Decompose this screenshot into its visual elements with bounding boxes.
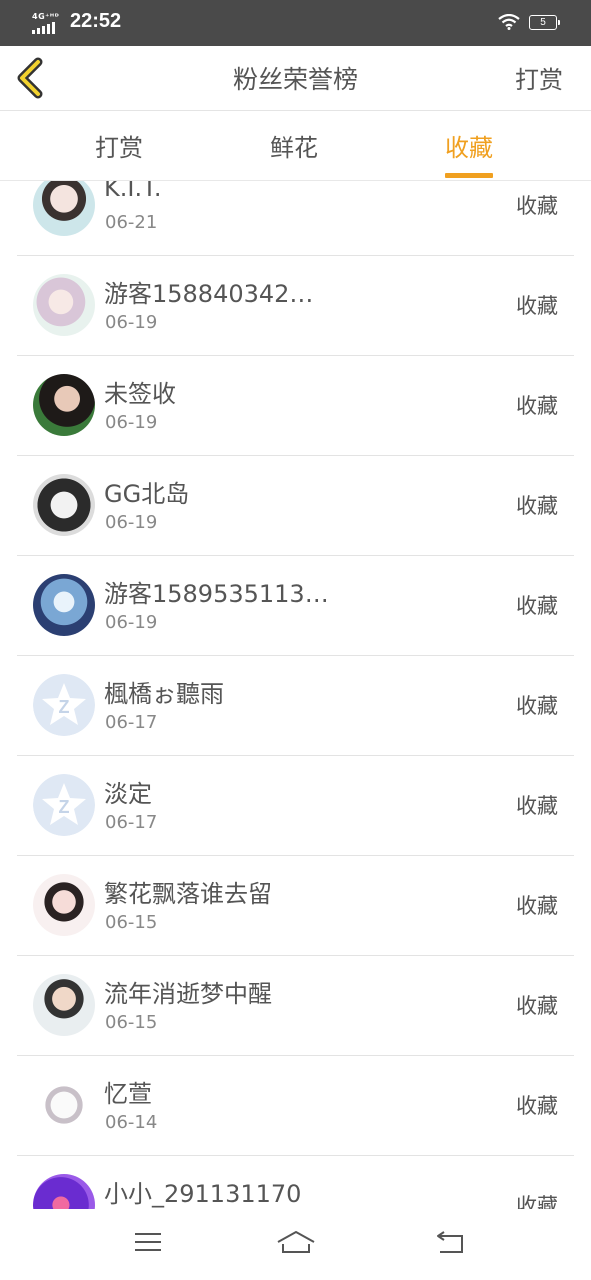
- wifi-icon: [498, 14, 520, 30]
- clock: 22:52: [70, 10, 122, 32]
- user-name: GG北岛: [104, 480, 190, 508]
- avatar[interactable]: Z: [33, 674, 95, 736]
- list-item[interactable]: 繁花飘落谁去留 06-15 收藏: [17, 856, 574, 956]
- user-name: 繁花飘落谁去留: [104, 880, 272, 908]
- user-name: 楓橋ぉ聽雨: [104, 680, 224, 708]
- avatar[interactable]: [33, 874, 95, 936]
- list-item[interactable]: Z 楓橋ぉ聽雨 06-17 收藏: [17, 656, 574, 756]
- action-label: 收藏: [516, 294, 558, 318]
- action-label: 收藏: [516, 394, 558, 418]
- date: 06-17: [105, 812, 158, 833]
- default-avatar-star-icon: Z: [33, 774, 95, 836]
- date: 06-19: [105, 612, 158, 633]
- avatar[interactable]: [33, 474, 95, 536]
- status-bar: 4G⁺ᴴᴰ 22:52 5: [0, 0, 591, 46]
- avatar[interactable]: Z: [33, 774, 95, 836]
- action-label: 收藏: [516, 794, 558, 818]
- tab-label: 收藏: [445, 134, 493, 162]
- battery-indicator: 5: [529, 15, 560, 30]
- date: 06-17: [105, 712, 158, 733]
- list-item[interactable]: 流年消逝梦中醒 06-15 收藏: [17, 956, 574, 1056]
- list-item[interactable]: K.I.T. 06-21 收藏: [17, 181, 574, 256]
- action-label: 收藏: [516, 194, 558, 218]
- signal-icon: [32, 22, 55, 34]
- network-indicator: 4G⁺ᴴᴰ: [32, 12, 60, 21]
- action-label: 收藏: [516, 1094, 558, 1118]
- date: 06-19: [105, 312, 158, 333]
- user-name: 游客158840342…: [104, 280, 314, 308]
- user-name: K.I.T.: [104, 181, 162, 202]
- date: 06-19: [105, 412, 158, 433]
- list-item[interactable]: GG北岛 06-19 收藏: [17, 456, 574, 556]
- back-icon[interactable]: [434, 1230, 466, 1256]
- list-item[interactable]: 忆萱 06-14 收藏: [17, 1056, 574, 1156]
- avatar[interactable]: [33, 1174, 95, 1209]
- avatar[interactable]: [33, 374, 95, 436]
- date: 06-14: [105, 1112, 158, 1133]
- system-nav-bar: [0, 1210, 591, 1280]
- user-name: 游客1589535113…: [104, 580, 329, 608]
- list-item[interactable]: 小小_291131170 收藏: [17, 1156, 574, 1209]
- active-tab-indicator: [445, 173, 493, 178]
- avatar[interactable]: [33, 1074, 95, 1136]
- svg-text:Z: Z: [59, 697, 70, 717]
- action-label: 收藏: [516, 594, 558, 618]
- tab-favorites[interactable]: 收藏: [445, 128, 493, 180]
- user-name: 流年消逝梦中醒: [104, 980, 272, 1008]
- fan-list[interactable]: K.I.T. 06-21 收藏 游客158840342… 06-19 收藏 未签收 06-19…: [0, 181, 591, 1209]
- svg-text:Z: Z: [59, 797, 70, 817]
- tab-flowers[interactable]: 鲜花: [270, 128, 318, 180]
- date: 06-15: [105, 1012, 158, 1033]
- home-icon[interactable]: [276, 1230, 316, 1256]
- avatar[interactable]: [33, 274, 95, 336]
- tab-label: 打赏: [95, 134, 143, 162]
- default-avatar-star-icon: Z: [33, 674, 95, 736]
- tab-label: 鲜花: [270, 134, 318, 162]
- avatar[interactable]: [33, 974, 95, 1036]
- action-label: 收藏: [516, 894, 558, 918]
- date: 06-15: [105, 912, 158, 933]
- reward-button[interactable]: 打赏: [515, 60, 563, 95]
- tab-reward[interactable]: 打赏: [95, 128, 143, 180]
- action-label: 收藏: [516, 1194, 558, 1209]
- list-item[interactable]: Z 淡定 06-17 收藏: [17, 756, 574, 856]
- avatar[interactable]: [33, 574, 95, 636]
- tab-bar: 打赏 鲜花 收藏: [0, 111, 591, 181]
- date: 06-19: [105, 512, 158, 533]
- page-title: 粉丝荣誉榜: [232, 65, 358, 94]
- date: 06-21: [105, 212, 158, 233]
- action-label: 收藏: [516, 494, 558, 518]
- user-name: 未签收: [104, 380, 176, 408]
- user-name: 淡定: [104, 780, 152, 808]
- user-name: 忆萱: [104, 1080, 152, 1108]
- user-name: 小小_291131170: [104, 1180, 302, 1208]
- action-label: 收藏: [516, 994, 558, 1018]
- action-label: 收藏: [516, 694, 558, 718]
- title-bar: 粉丝荣誉榜 打赏: [0, 46, 591, 111]
- avatar[interactable]: [33, 181, 95, 236]
- list-item[interactable]: 游客158840342… 06-19 收藏: [17, 256, 574, 356]
- list-item[interactable]: 游客1589535113… 06-19 收藏: [17, 556, 574, 656]
- menu-icon[interactable]: [134, 1230, 162, 1254]
- list-item[interactable]: 未签收 06-19 收藏: [17, 356, 574, 456]
